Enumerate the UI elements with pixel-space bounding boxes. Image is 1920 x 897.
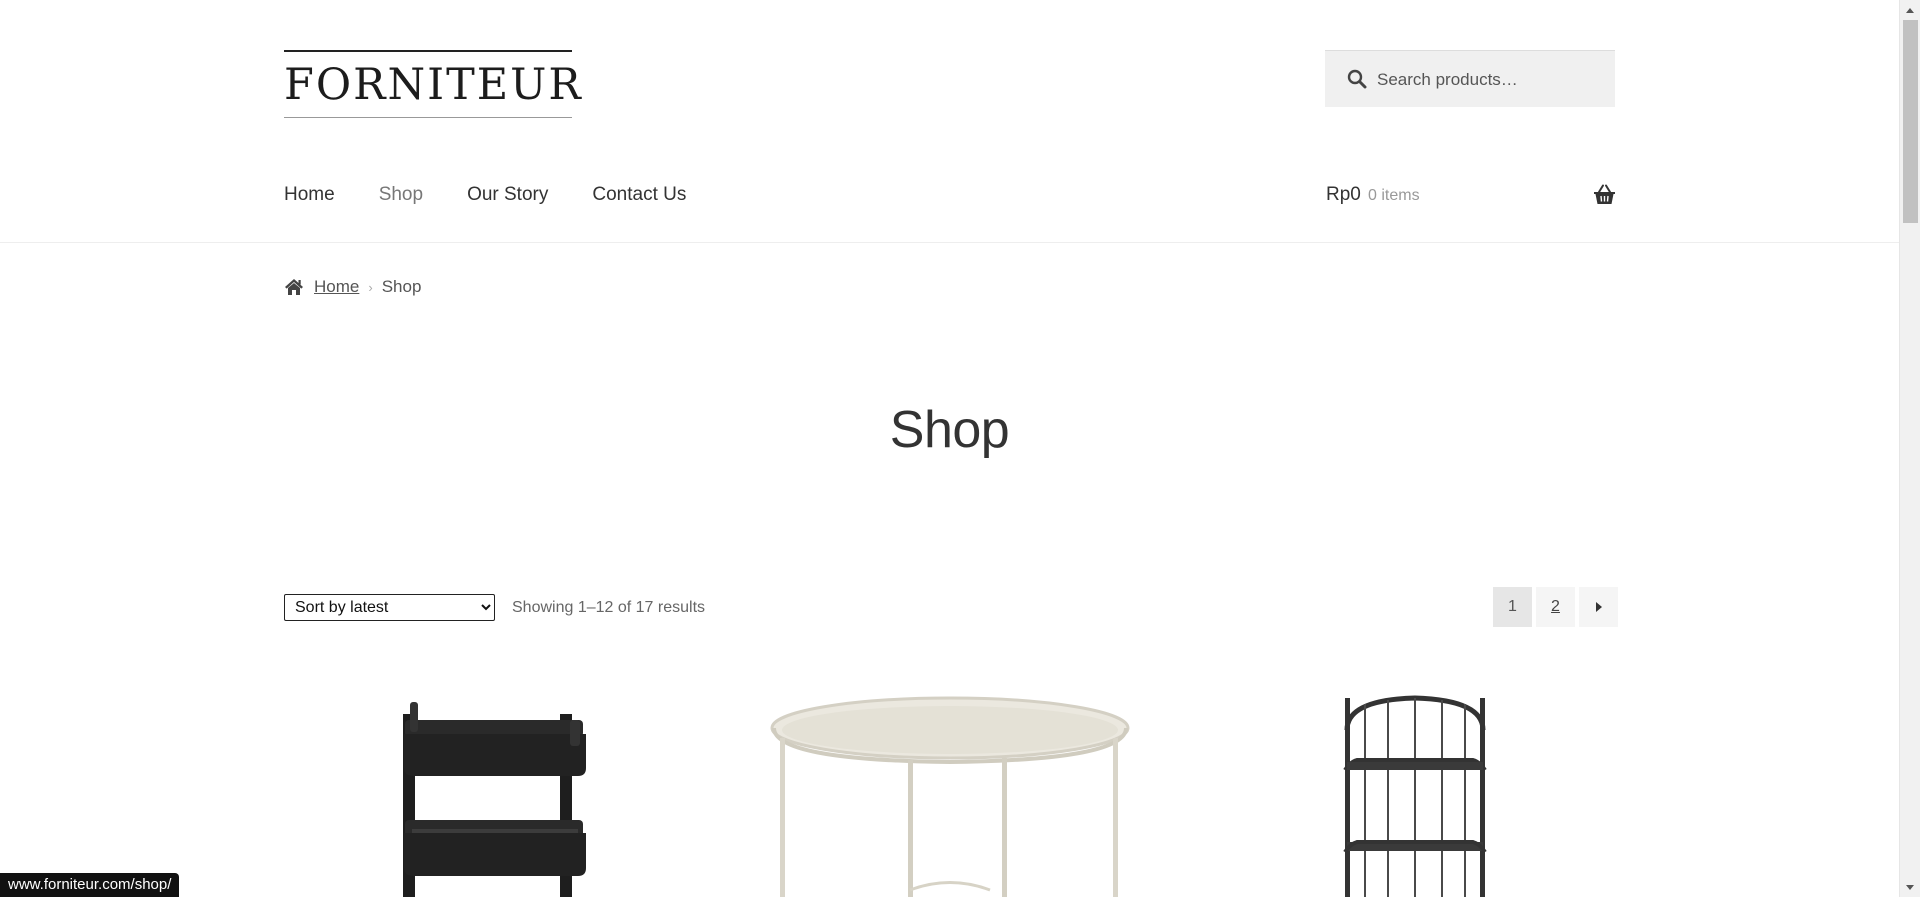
search-icon[interactable]: [1347, 69, 1367, 89]
basket-icon[interactable]: [1593, 184, 1616, 206]
black-utility-cart-image[interactable]: [390, 690, 600, 897]
breadcrumb-separator-icon: ›: [368, 279, 373, 295]
page-title: Shop: [889, 401, 1010, 459]
header-divider: [0, 242, 1899, 243]
search-input[interactable]: [1377, 51, 1607, 108]
arrow-right-icon: [1595, 602, 1602, 612]
nav-item-shop[interactable]: Shop: [379, 180, 423, 210]
product-card-1[interactable]: [390, 690, 600, 897]
nav-item-our-story[interactable]: Our Story: [467, 180, 548, 210]
vertical-scrollbar[interactable]: [1899, 0, 1920, 897]
logo-bottom-rule: [284, 117, 572, 118]
primary-navigation: Home Shop Our Story Contact Us: [284, 180, 686, 210]
home-icon: [285, 279, 303, 295]
round-beige-side-table-image[interactable]: [770, 690, 1130, 897]
page-2-link[interactable]: 2: [1536, 587, 1575, 627]
product-card-2[interactable]: [770, 690, 1130, 897]
page-1-current: 1: [1493, 587, 1532, 627]
scroll-down-arrow-icon[interactable]: [1906, 885, 1914, 890]
nav-item-home[interactable]: Home: [284, 180, 335, 210]
breadcrumb-home-link[interactable]: Home: [314, 277, 359, 297]
nav-item-contact-us[interactable]: Contact Us: [592, 180, 686, 210]
status-bar-url: www.forniteur.com/shop/: [0, 873, 180, 897]
scrollbar-thumb[interactable]: [1903, 20, 1918, 223]
product-card-3[interactable]: [1335, 690, 1495, 897]
product-search: [1325, 50, 1615, 108]
mini-cart[interactable]: Rp0 0 items: [1326, 180, 1616, 210]
scroll-up-arrow-icon[interactable]: [1906, 8, 1914, 13]
cart-item-count: 0 items: [1368, 187, 1420, 204]
logo-top-rule: [284, 50, 572, 52]
pagination: 1 2: [1493, 587, 1618, 627]
cart-amount: Rp0: [1326, 184, 1361, 205]
logo-wordmark: FORNITEUR: [284, 60, 583, 110]
breadcrumb-current: Shop: [381, 277, 422, 296]
breadcrumb: Home › Shop: [284, 275, 421, 299]
result-count: Showing 1–12 of 17 results: [512, 599, 706, 616]
next-page-link[interactable]: [1579, 587, 1618, 627]
black-metal-shelf-image[interactable]: [1335, 690, 1495, 897]
sort-select[interactable]: Sort by latest: [284, 594, 495, 621]
site-logo[interactable]: FORNITEUR: [284, 50, 583, 120]
shop-page: FORNITEUR Home Shop Our Story Contact Us…: [0, 0, 1899, 897]
